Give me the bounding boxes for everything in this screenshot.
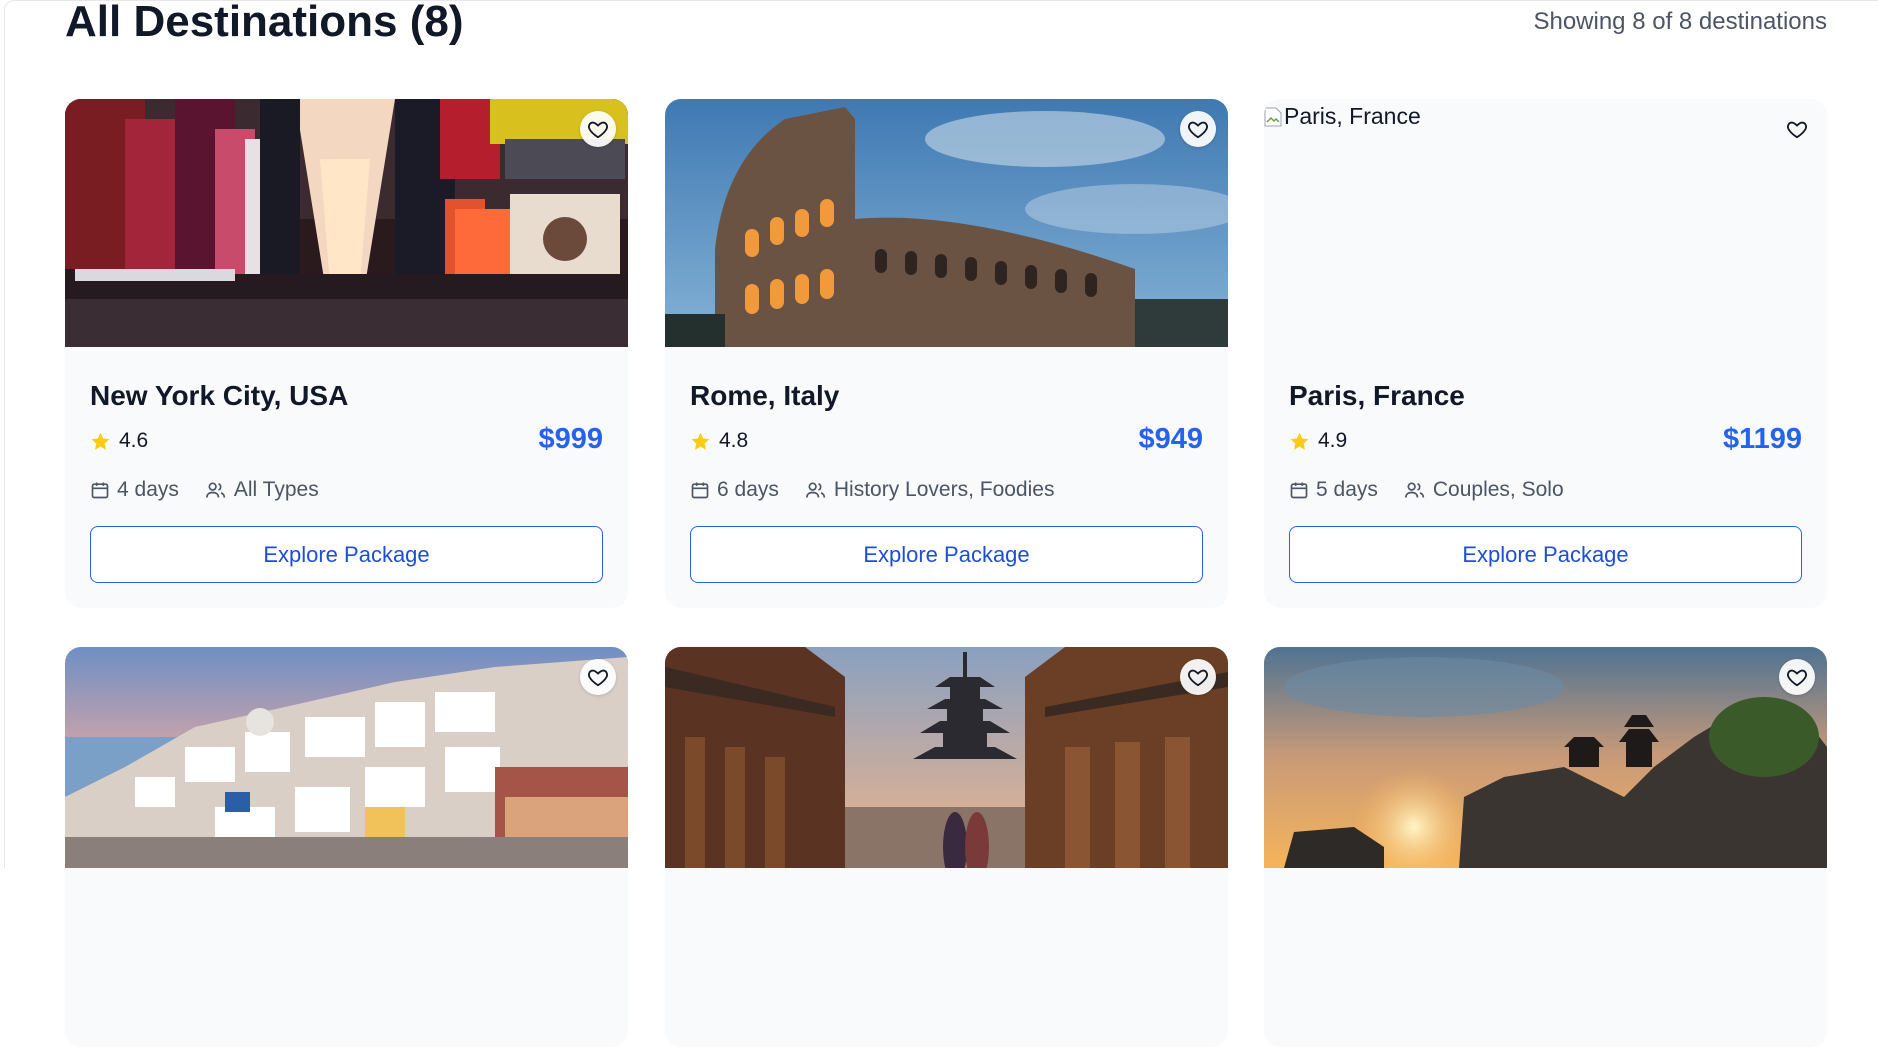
star-icon [1290,432,1309,450]
explore-package-button[interactable]: Explore Package [90,526,603,583]
favorite-button[interactable] [1180,659,1216,695]
destination-card[interactable] [1264,647,1827,1047]
explore-package-button[interactable]: Explore Package [690,526,1203,583]
destination-card[interactable]: Rome, Italy 4.8 $949 6 days History Love… [665,99,1228,608]
rating-value: 4.8 [719,429,749,452]
destination-name: Paris, France [1289,380,1465,411]
destination-name: Rome, Italy [690,380,840,411]
audience-text: Couples, Solo [1432,478,1564,501]
destination-image [665,647,1228,1047]
colosseum-photo [665,99,1228,347]
users-icon [205,482,226,498]
rating: 4.9 [1289,429,1347,453]
times-square-photo [65,99,628,347]
star-icon [91,432,110,450]
favorite-button[interactable] [580,659,616,695]
audience: Couples, Solo [1404,478,1564,502]
destination-card[interactable] [665,647,1228,1047]
destination-image [1264,647,1827,1047]
calendar-icon [91,482,109,499]
price: $1199 [1722,423,1802,455]
results-header: All Destinations (8) Showing 8 of 8 dest… [65,0,1827,50]
explore-package-button[interactable]: Explore Package [1289,526,1802,583]
broken-image: Paris, France [1264,103,1421,130]
image-alt-text: Paris, France [1284,103,1421,129]
audience: All Types [205,478,319,502]
duration: 6 days [690,478,779,502]
trip-meta: 4 days All Types [90,478,345,502]
rating: 4.8 [690,429,748,453]
duration: 5 days [1289,478,1378,502]
destination-card[interactable]: New York City, USA 4.6 $999 4 days All T… [65,99,628,608]
calendar-icon [691,482,709,499]
broken-image-icon [1264,107,1282,126]
rating-value: 4.9 [1318,429,1348,452]
price: $949 [1138,423,1203,455]
users-icon [1404,482,1425,498]
duration-text: 4 days [117,478,179,501]
audience: History Lovers, Foodies [805,478,1055,502]
audience-text: All Types [233,478,319,501]
destination-card[interactable] [65,647,628,1047]
destination-image [65,99,628,347]
duration-text: 5 days [1316,478,1378,501]
heart-icon [1787,121,1807,139]
star-icon [691,432,710,450]
favorite-button[interactable] [1779,659,1815,695]
audience-text: History Lovers, Foodies [833,478,1055,501]
duration: 4 days [90,478,179,502]
kyoto-pagoda-photo [665,647,1228,868]
heart-icon [1188,669,1208,687]
price: $999 [538,423,603,455]
duration-text: 6 days [717,478,779,501]
destination-image: Paris, France [1264,99,1827,347]
page-title: All Destinations (8) [65,0,464,46]
bali-temple-sunset-photo [1264,647,1827,868]
results-count: Showing 8 of 8 destinations [1533,8,1827,35]
destination-image [665,99,1228,347]
trip-meta: 5 days Couples, Solo [1289,478,1590,502]
destination-card[interactable]: Paris, France Paris, France 4.9 $1199 5 … [1264,99,1827,608]
favorite-button[interactable] [1180,111,1216,147]
favorite-button[interactable] [1779,111,1815,147]
heart-icon [1787,669,1807,687]
heart-icon [588,121,608,139]
heart-icon [588,669,608,687]
destination-name: New York City, USA [90,380,349,411]
calendar-icon [1290,482,1308,499]
destination-image [65,647,628,1047]
heart-icon [1188,121,1208,139]
trip-meta: 6 days History Lovers, Foodies [690,478,1080,502]
santorini-photo [65,647,628,868]
favorite-button[interactable] [580,111,616,147]
rating-value: 4.6 [119,429,149,452]
rating: 4.6 [90,429,148,453]
users-icon [805,482,826,498]
